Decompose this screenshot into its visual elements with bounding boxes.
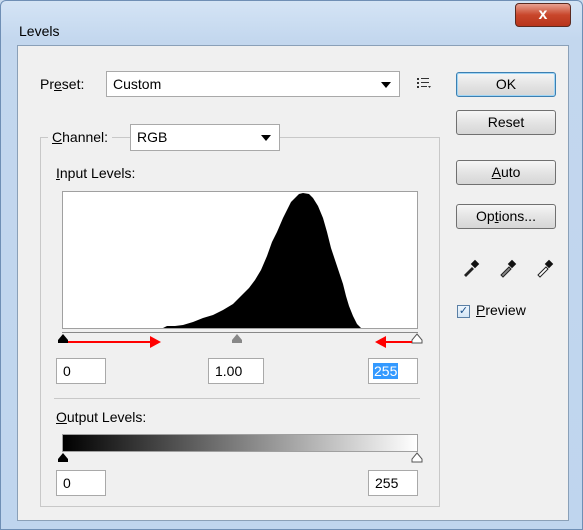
- input-levels-label: Input Levels:: [56, 165, 135, 181]
- preview-label[interactable]: Preview: [476, 302, 526, 318]
- input-levels-label-text: nput Levels:: [59, 165, 136, 181]
- channel-label: Channel:: [48, 129, 113, 145]
- options-label-pre: Op: [476, 208, 495, 224]
- output-white-slider-handle[interactable]: [410, 452, 424, 464]
- preset-label: Preset:: [40, 76, 84, 92]
- output-levels-accel: O: [56, 409, 67, 425]
- input-white-field[interactable]: 255: [368, 358, 418, 384]
- chevron-down-icon: [261, 135, 271, 141]
- red-arrow-left-icon: [375, 336, 412, 348]
- channel-value: RGB: [137, 129, 168, 145]
- output-black-field[interactable]: 0: [56, 470, 106, 496]
- white-point-eyedropper-icon[interactable]: [535, 256, 557, 278]
- preset-value: Custom: [113, 76, 162, 92]
- output-gradient-bar: [62, 434, 418, 452]
- output-black-slider-handle[interactable]: [56, 452, 70, 464]
- channel-dropdown[interactable]: RGB: [130, 124, 280, 151]
- channel-accel: C: [52, 129, 63, 145]
- input-gamma-field[interactable]: 1.00: [208, 358, 264, 384]
- input-gamma-slider-handle[interactable]: [230, 333, 244, 345]
- channel-label-text: hannel:: [62, 129, 109, 145]
- chevron-down-icon: [381, 82, 391, 88]
- red-arrow-right-icon: [68, 336, 161, 348]
- close-button[interactable]: x: [515, 3, 571, 27]
- histogram: [62, 191, 418, 329]
- preview-accel: P: [476, 302, 486, 318]
- auto-label: uto: [500, 164, 521, 180]
- output-levels-label: Output Levels:: [56, 409, 146, 425]
- dialog-body: Preset: Custom OK Reset Auto Options... …: [17, 45, 569, 521]
- separator: [54, 398, 420, 399]
- preview-checkbox[interactable]: ✓: [457, 305, 470, 318]
- ok-button[interactable]: OK: [456, 72, 556, 97]
- black-point-eyedropper-icon[interactable]: [461, 256, 483, 278]
- options-button[interactable]: Options...: [456, 204, 556, 229]
- preset-dropdown[interactable]: Custom: [106, 71, 400, 97]
- gray-point-eyedropper-icon[interactable]: [498, 256, 520, 278]
- auto-accel: A: [491, 164, 501, 180]
- input-white-value: 255: [373, 363, 399, 379]
- auto-button[interactable]: Auto: [456, 160, 556, 185]
- options-label-post: ions...: [498, 208, 536, 224]
- preset-label-text-2: set:: [61, 76, 85, 92]
- input-black-field[interactable]: 0: [56, 358, 106, 384]
- histogram-graph: [163, 193, 361, 328]
- preview-label-text: review: [485, 302, 526, 318]
- preset-options-icon[interactable]: [416, 76, 432, 90]
- levels-dialog: Levels x Preset: Custom OK Reset Auto Op…: [0, 0, 583, 530]
- preset-label-accel: e: [54, 76, 62, 92]
- output-white-field[interactable]: 255: [368, 470, 418, 496]
- reset-button[interactable]: Reset: [456, 110, 556, 135]
- output-levels-label-text: utput Levels:: [66, 409, 147, 425]
- window-title: Levels: [19, 23, 60, 39]
- title-bar[interactable]: Levels x: [1, 1, 583, 45]
- preset-label-text: Pr: [40, 76, 54, 92]
